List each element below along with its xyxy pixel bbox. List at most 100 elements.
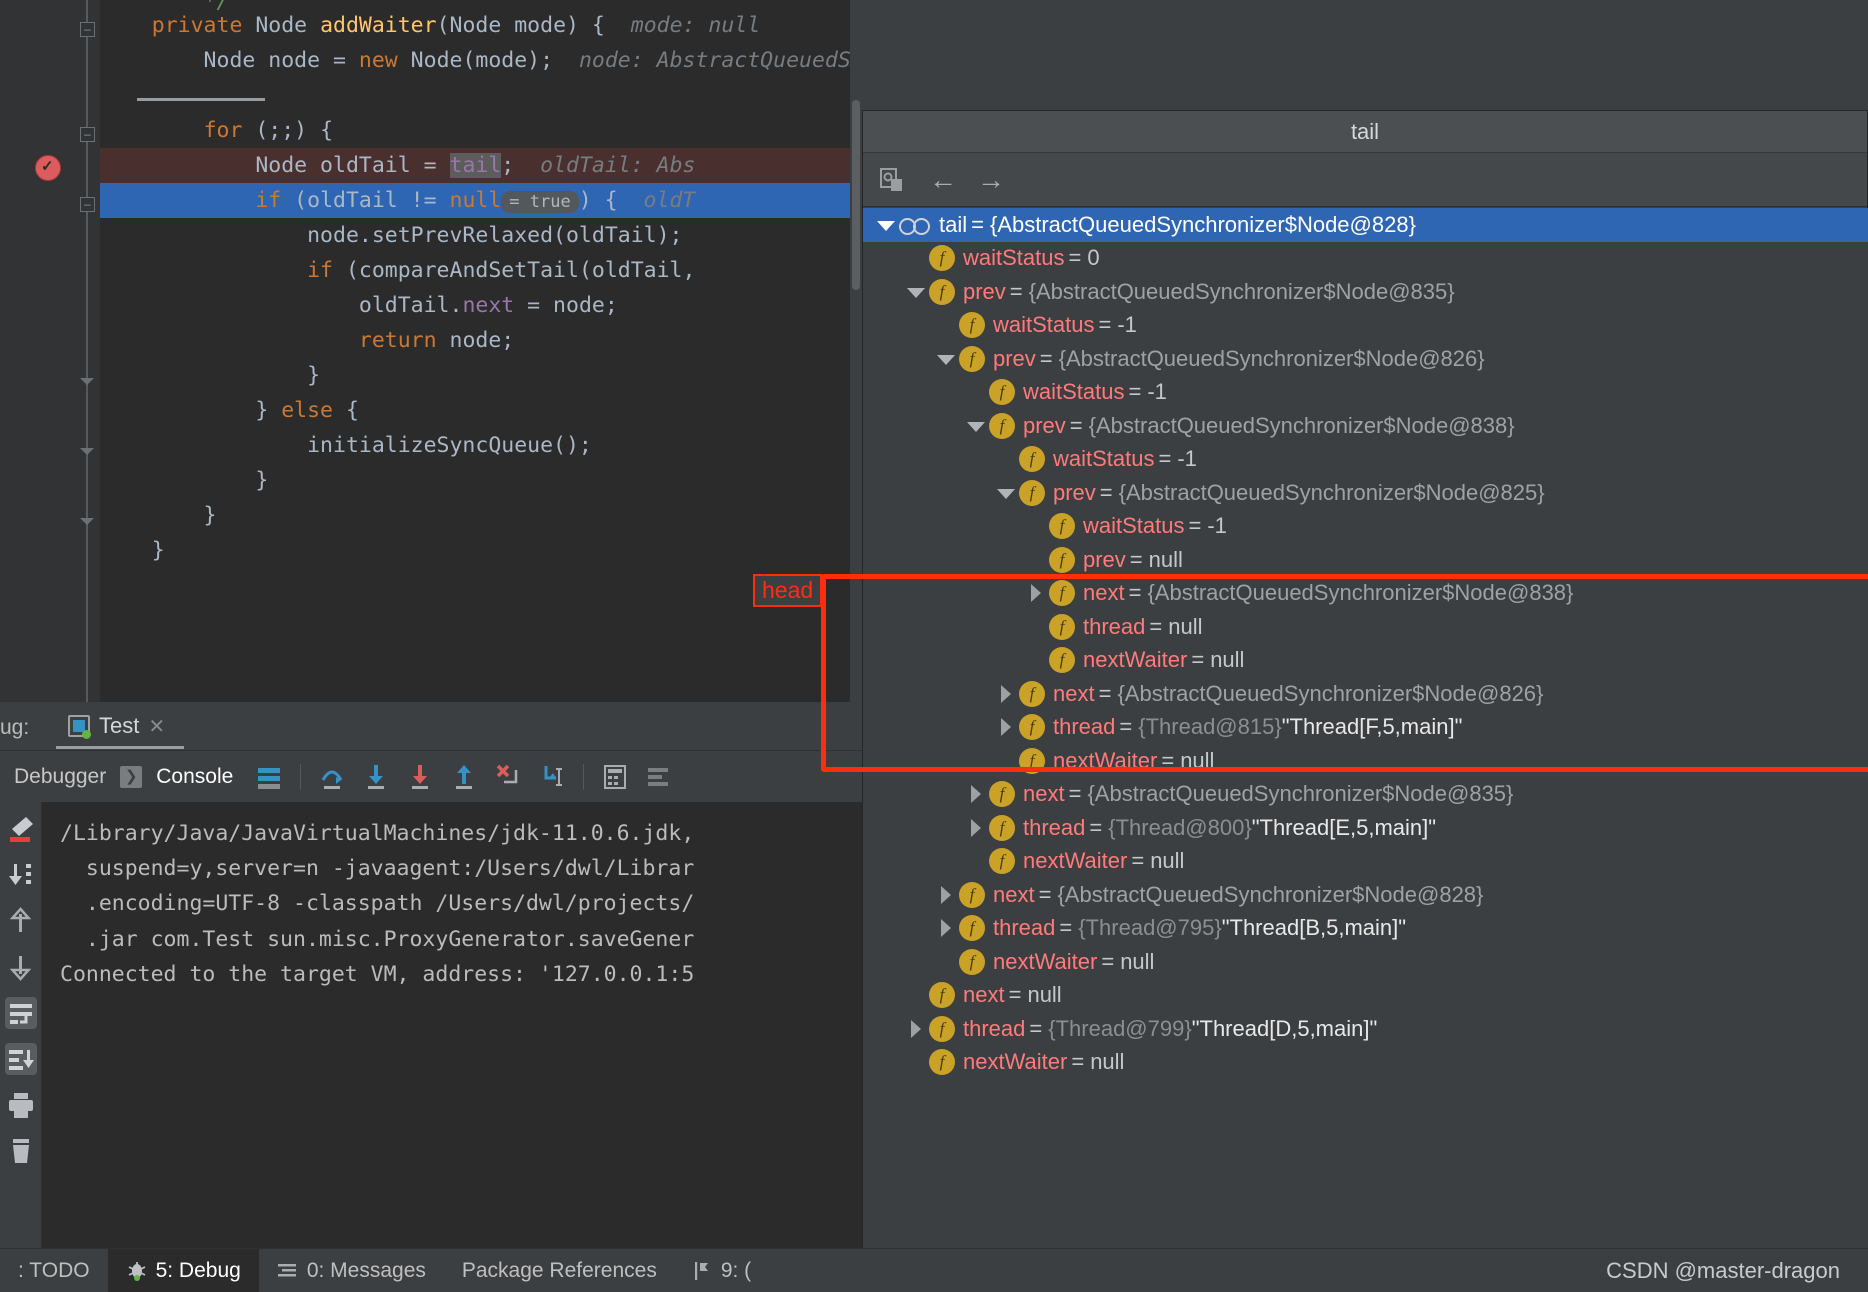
run-to-cursor-icon[interactable] xyxy=(535,760,569,794)
popup-toolbar[interactable]: ← → xyxy=(863,153,1867,207)
variable-tree-row[interactable]: tail = {AbstractQueuedSynchronizer$Node@82… xyxy=(863,208,1868,242)
variable-tree-row[interactable]: f waitStatus = -1 xyxy=(863,443,1868,477)
step-into-icon[interactable] xyxy=(359,760,393,794)
run-configuration-tab[interactable]: Test ✕ xyxy=(56,702,177,750)
code-editor[interactable]: – – – */ private Node addWaiter(Node mod… xyxy=(0,0,862,702)
variable-tree-row[interactable]: f thread = null xyxy=(863,610,1868,644)
forward-arrow-icon[interactable]: → xyxy=(977,164,1005,195)
copy-value-icon[interactable] xyxy=(877,164,909,196)
variable-tree-row[interactable]: f nextWaiter = null xyxy=(863,945,1868,979)
variable-tree-row[interactable]: f thread = {Thread@799} "Thread[D,5,main]" xyxy=(863,1012,1868,1046)
step-out-icon[interactable] xyxy=(447,760,481,794)
status-item-messages[interactable]: 0: Messages xyxy=(259,1249,444,1292)
back-arrow-icon[interactable]: ← xyxy=(929,164,957,195)
fold-end-marker[interactable] xyxy=(80,378,94,385)
variable-tree-row[interactable]: f waitStatus = -1 xyxy=(863,376,1868,410)
settings-icon[interactable] xyxy=(642,760,676,794)
variable-tree-row[interactable]: f next = null xyxy=(863,979,1868,1013)
highlight-icon[interactable] xyxy=(4,812,38,846)
soft-wrap-icon[interactable] xyxy=(4,996,38,1030)
frames-icon[interactable] xyxy=(252,760,286,794)
variable-tree-row[interactable]: f waitStatus = -1 xyxy=(863,510,1868,544)
variable-tree-row[interactable]: f prev = {AbstractQueuedSynchronizer$Node@8… xyxy=(863,409,1868,443)
print-icon[interactable] xyxy=(4,1088,38,1122)
variable-tree-row[interactable]: f nextWaiter = null xyxy=(863,744,1868,778)
scroll-to-end-2-icon[interactable] xyxy=(4,1042,38,1076)
variable-tree-row[interactable]: f nextWaiter = null xyxy=(863,1046,1868,1080)
chevron-right-icon[interactable] xyxy=(963,815,989,841)
console-side-toolbar[interactable] xyxy=(0,802,42,1248)
variable-tree-row[interactable]: f nextWaiter = null xyxy=(863,644,1868,678)
fold-marker[interactable]: – xyxy=(80,197,95,212)
chevron-right-icon[interactable] xyxy=(1023,580,1049,606)
code-line: oldTail.next = node; xyxy=(100,288,862,323)
chevron-down-icon[interactable] xyxy=(993,480,1019,506)
variable-tree-row[interactable]: f thread = {Thread@815} "Thread[F,5,main]" xyxy=(863,711,1868,745)
fold-marker[interactable]: – xyxy=(80,127,95,142)
variable-tree-row[interactable]: f next = {AbstractQueuedSynchronizer$Node@8… xyxy=(863,577,1868,611)
variable-tree-row[interactable]: f prev = null xyxy=(863,543,1868,577)
chevron-right-icon[interactable] xyxy=(933,915,959,941)
code-token: } xyxy=(100,363,321,388)
chevron-right-icon[interactable] xyxy=(903,1016,929,1042)
console-expand-icon[interactable]: ❯ xyxy=(120,765,143,788)
tab-debugger[interactable]: Debugger xyxy=(0,765,120,789)
chevron-right-icon[interactable] xyxy=(963,781,989,807)
code-token: else xyxy=(281,398,333,423)
console-text: /Library/Java/JavaVirtualMachines/jdk-11… xyxy=(60,821,695,987)
scrollbar-thumb[interactable] xyxy=(852,100,860,290)
code-token: } xyxy=(100,398,282,423)
scroll-to-end-icon[interactable] xyxy=(4,858,38,892)
variable-tree-row[interactable]: f waitStatus = -1 xyxy=(863,309,1868,343)
variable-tree-row[interactable]: f prev = {AbstractQueuedSynchronizer$Node@8… xyxy=(863,275,1868,309)
fold-end-marker[interactable] xyxy=(80,448,94,455)
force-step-into-icon[interactable] xyxy=(403,760,437,794)
status-bar[interactable]: : TODO 5: Debug 0: Messages Package Refe… xyxy=(0,1248,1868,1292)
step-over-icon[interactable] xyxy=(315,760,349,794)
status-item-debug[interactable]: 5: Debug xyxy=(107,1248,259,1292)
field-icon: f xyxy=(1049,513,1075,540)
variable-tree-row[interactable]: f waitStatus = 0 xyxy=(863,242,1868,276)
chevron-right-icon[interactable] xyxy=(993,681,1019,707)
variable-tree-row[interactable]: f thread = {Thread@800} "Thread[E,5,main]" xyxy=(863,811,1868,845)
chevron-right-icon[interactable] xyxy=(933,882,959,908)
code-line: if (compareAndSetTail(oldTail, xyxy=(100,253,862,288)
evaluate-expression-icon[interactable] xyxy=(598,760,632,794)
editor-vertical-scrollbar[interactable] xyxy=(850,0,862,702)
variable-tree-row[interactable]: f next = {AbstractQueuedSynchronizer$Node@8… xyxy=(863,878,1868,912)
debugger-toolbar[interactable]: Debugger ❯ Console xyxy=(0,750,862,802)
fold-marker[interactable]: – xyxy=(80,22,95,37)
field-icon: f xyxy=(929,278,955,305)
console-output[interactable]: /Library/Java/JavaVirtualMachines/jdk-11… xyxy=(42,802,862,1248)
chevron-down-icon[interactable] xyxy=(873,212,899,238)
status-item-todo[interactable]: : TODO xyxy=(0,1249,108,1292)
down-icon[interactable] xyxy=(4,950,38,984)
editor-gutter[interactable]: – – – xyxy=(0,0,100,702)
field-icon: f xyxy=(929,1015,955,1042)
variable-value: {AbstractQueuedSynchronizer$Node@828} xyxy=(989,211,1416,237)
variable-tree-row[interactable]: f prev = {AbstractQueuedSynchronizer$Node@8… xyxy=(863,476,1868,510)
clear-all-icon[interactable] xyxy=(4,1134,38,1168)
tab-console[interactable]: Console xyxy=(142,765,247,789)
variable-tree-row[interactable]: f next = {AbstractQueuedSynchronizer$Node@8… xyxy=(863,778,1868,812)
fold-end-marker[interactable] xyxy=(80,518,94,525)
breakpoint-icon[interactable] xyxy=(35,155,61,181)
status-item-package-references[interactable]: Package References xyxy=(444,1249,675,1292)
chevron-down-icon[interactable] xyxy=(933,346,959,372)
chevron-down-icon[interactable] xyxy=(963,413,989,439)
chevron-down-icon[interactable] xyxy=(903,279,929,305)
variable-inspect-popup[interactable]: tail ← → tail = {AbstractQueuedSynchronize… xyxy=(753,110,1868,1249)
close-icon[interactable]: ✕ xyxy=(148,714,165,739)
chevron-right-icon[interactable] xyxy=(993,714,1019,740)
drop-frame-icon[interactable] xyxy=(491,760,525,794)
editor-code-lines[interactable]: */ private Node addWaiter(Node mode) { m… xyxy=(100,0,862,702)
variables-tree[interactable]: tail = {AbstractQueuedSynchronizer$Node@82… xyxy=(863,208,1868,1249)
variable-tree-row[interactable]: f next = {AbstractQueuedSynchronizer$Node@8… xyxy=(863,677,1868,711)
up-icon[interactable] xyxy=(4,904,38,938)
variable-tree-row[interactable]: f prev = {AbstractQueuedSynchronizer$Node@8… xyxy=(863,342,1868,376)
variable-tree-row[interactable]: f nextWaiter = null xyxy=(863,845,1868,879)
status-item-vcs[interactable]: 9: ( xyxy=(675,1249,769,1292)
equals-sign: = xyxy=(1008,982,1022,1008)
variable-tree-row[interactable]: f thread = {Thread@795} "Thread[B,5,main]" xyxy=(863,912,1868,946)
